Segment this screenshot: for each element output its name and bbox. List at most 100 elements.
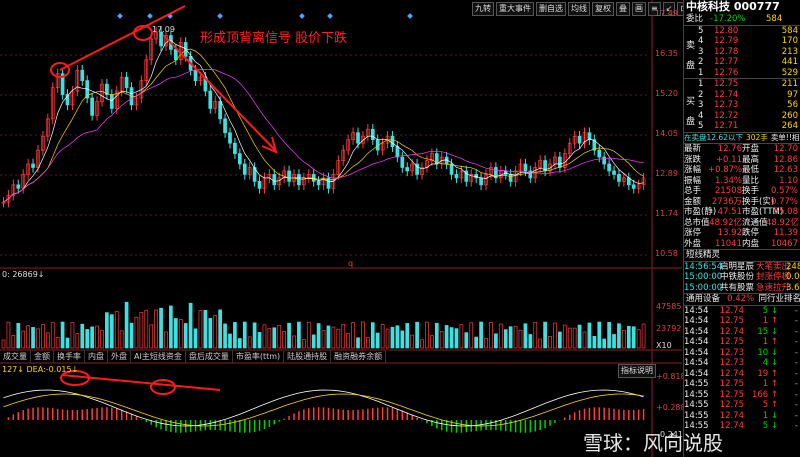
indicator-tab[interactable]: 盘后成交量	[186, 350, 233, 363]
toolbar-button[interactable]: 重大事件	[496, 2, 534, 16]
volume-bar	[380, 324, 385, 349]
stat-value: 1.10	[779, 175, 798, 186]
industry-row[interactable]: 通用设备 0.42% 同行业排名	[684, 294, 800, 305]
ask-price: 12.77	[714, 57, 739, 67]
volume-bar	[420, 339, 424, 349]
chart-area[interactable]: 形成顶背离信号 股价下跌 17.09 q 九转重大事件删自选均线复权叠画≡↙⊡ …	[0, 0, 691, 457]
trade-volume: 5 ↓	[762, 305, 778, 316]
quote-panel: 中核科技 000777 委比 -17.20% 584 卖 盘 买 盘 5 12.8…	[683, 0, 800, 457]
volume-tick: X10	[656, 341, 672, 350]
indicator-tab[interactable]: 陆股通持股	[284, 350, 332, 363]
row: 市盈(静) 47.51 市盈(TTM) 55.08	[684, 207, 800, 218]
indicator-tab[interactable]: AI主短线资金	[131, 350, 186, 363]
news-time: 15:00:00	[684, 272, 723, 282]
indicator-tab[interactable]: 外盘	[108, 350, 131, 363]
stat-value: 12.70	[773, 144, 798, 154]
ask-volume: 213	[781, 46, 798, 57]
volume-bar	[533, 321, 538, 349]
stat-value: +0.11	[715, 154, 742, 165]
weibi-amount: 584	[766, 14, 783, 24]
volume-bar	[149, 324, 154, 349]
volume-bar	[272, 327, 277, 349]
stat-label: 涨跌	[684, 154, 702, 165]
indicator-tab[interactable]: 市盈率(ttm)	[233, 350, 285, 363]
indicator-tab[interactable]: 换手率	[54, 350, 85, 363]
toolbar-button[interactable]: 九转	[472, 2, 494, 16]
indicator-tab[interactable]: 金额	[31, 350, 54, 363]
toolbar-button[interactable]: 复权	[592, 2, 614, 16]
volume-bar	[16, 322, 21, 349]
trade-volume: 166 ↑	[751, 389, 778, 400]
indicator-tab[interactable]: 成交量	[0, 350, 31, 363]
order-book: 卖 盘 买 盘 5 12.80 584 4 12.79 170 3 12.78 213 2 12.7…	[684, 26, 800, 132]
stat-label: 市盈(静)	[684, 207, 717, 217]
chart-canvas[interactable]	[0, 0, 682, 457]
row: 14:56:54启明星辰大笔卖出2487手	[684, 262, 800, 273]
stat-value: 12.86	[773, 154, 798, 165]
row: 14:54 12.74 19 ↑ -	[684, 369, 800, 380]
volume-bar	[208, 318, 213, 349]
volume-bar	[474, 336, 479, 349]
bid-volume: 97	[787, 89, 798, 100]
price-tick: 14.05	[655, 129, 678, 138]
volume-bar	[257, 332, 262, 349]
trade-price: 12.75	[719, 400, 744, 410]
stat-value: +0.87%	[708, 165, 743, 175]
trade-side: -	[794, 368, 798, 379]
candle-body	[159, 31, 163, 47]
candle-body	[242, 163, 247, 175]
row: 3 12.73 56	[684, 100, 800, 111]
volume-bar	[370, 322, 375, 349]
candle-body	[597, 149, 602, 158]
volume-bar	[311, 334, 316, 349]
volume-bar	[553, 322, 557, 349]
event-diamond	[217, 13, 223, 19]
toolbar-button[interactable]: 均线	[568, 2, 590, 16]
volume-bar	[464, 332, 469, 349]
candle-body	[90, 97, 94, 116]
stat-label: 最高	[742, 154, 760, 165]
candle-body	[395, 146, 400, 158]
toolbar-button[interactable]: 画	[632, 2, 646, 16]
volume-tick: 47585	[656, 302, 682, 311]
volume-bar	[262, 324, 267, 349]
volume-bar	[567, 327, 572, 349]
volume-bar	[41, 324, 45, 349]
candle-body	[528, 170, 533, 179]
volume-bar	[607, 321, 611, 349]
bid-volume: 56	[787, 100, 798, 110]
ask-volume: 584	[781, 25, 798, 36]
indicator-help-button[interactable]: 指标说明	[618, 364, 656, 378]
stats-table: 最新 12.76 开盘 12.70 涨跌 +0.11 最高 12.86 涨幅 +0.87% 最低 12…	[684, 144, 800, 249]
row: 14:54 12.74 15 ↓ -	[684, 327, 800, 338]
trade-price: 12.74	[719, 326, 744, 337]
volume-bar	[154, 309, 158, 349]
volume-bar	[114, 311, 119, 349]
trade-time: 14:54	[684, 316, 709, 326]
volume-bar	[31, 327, 35, 349]
indicator-tab[interactable]: 融资融券余额	[331, 350, 387, 363]
volume-bar	[498, 323, 503, 349]
news-stock: 启明星辰	[720, 261, 755, 272]
volume-bar	[183, 323, 188, 349]
macd-histogram	[3, 389, 645, 433]
volume-bar	[124, 301, 129, 349]
toolbar-button[interactable]: 删自选	[536, 2, 566, 16]
candle-body	[400, 156, 405, 168]
toolbar-button[interactable]: 叠	[616, 2, 630, 16]
trade-time: 14:55	[684, 410, 709, 421]
volume-bar	[489, 322, 493, 349]
indicator-tab[interactable]: 内盘	[85, 350, 108, 363]
trade-time: 14:55	[684, 379, 709, 389]
trade-side: -	[794, 337, 798, 347]
news-title[interactable]: 短线精灵	[684, 250, 800, 261]
volume-bar	[548, 335, 552, 349]
volume-bar	[55, 336, 60, 349]
marker-q: q	[348, 259, 354, 268]
candle-body	[223, 118, 227, 134]
candle-body	[405, 167, 410, 172]
trade-volume: 4 ↓	[762, 358, 778, 368]
ask-price: 12.79	[714, 36, 739, 46]
price-axis: 17.49 16.35 15.20 14.05 12.89 11.74 10.5…	[655, 0, 682, 260]
volume-bar	[626, 325, 631, 349]
